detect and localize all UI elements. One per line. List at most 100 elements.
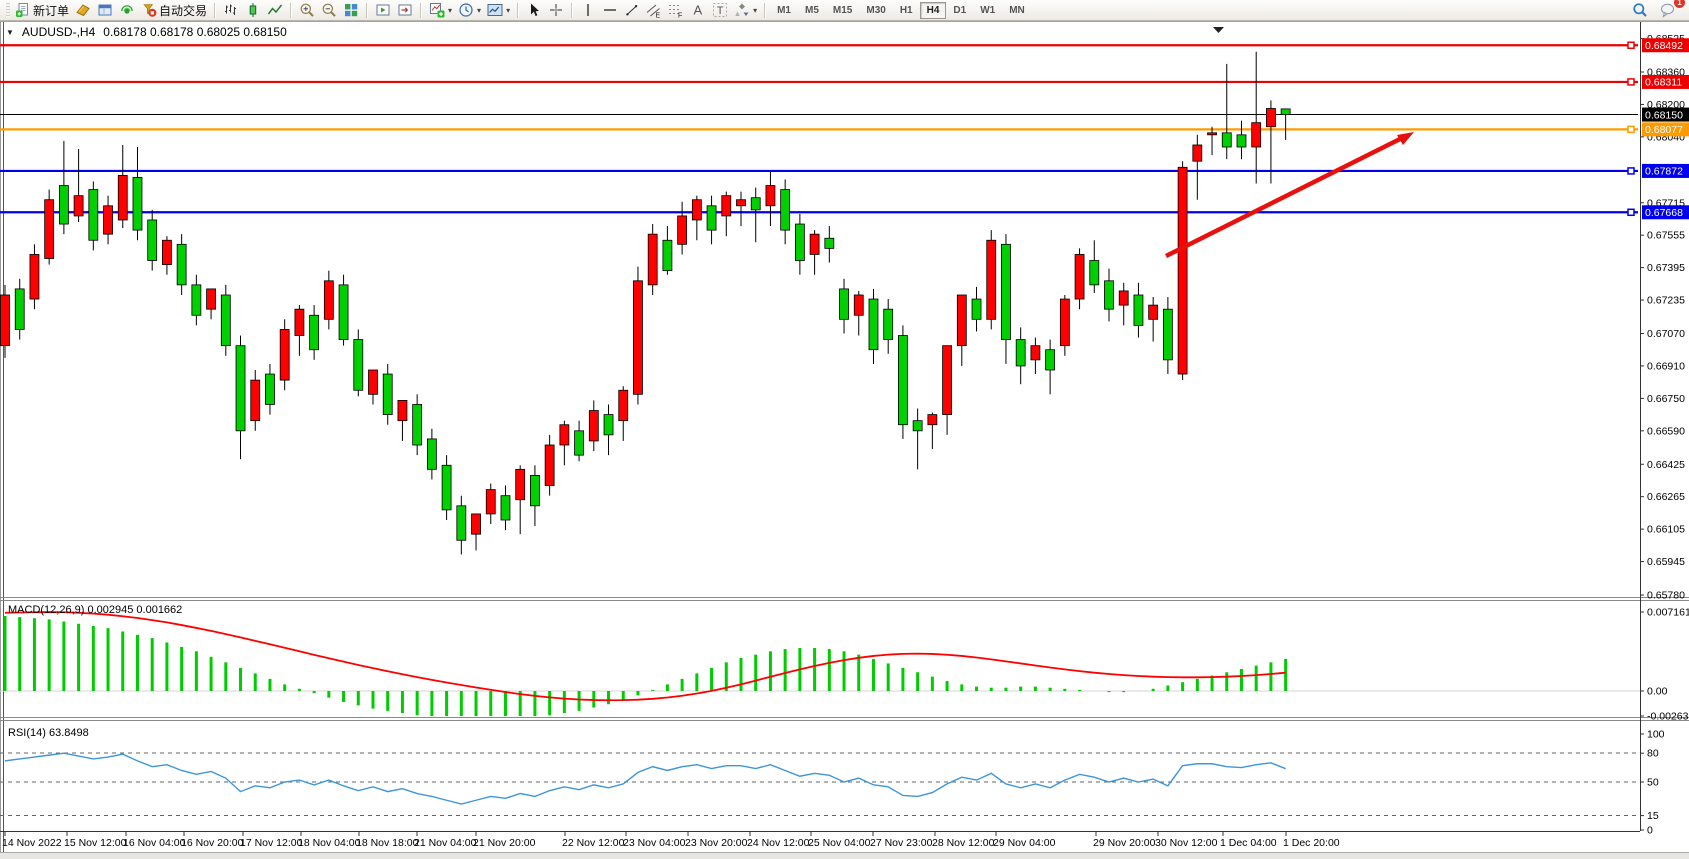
- label-button[interactable]: T: [709, 1, 731, 20]
- price-line-tag-label: 0.68077: [1645, 124, 1683, 136]
- time-axis-label: 28 Nov 12:00: [932, 837, 995, 849]
- price-axis-tick-label: 0.65780: [1647, 590, 1685, 602]
- chevron-down-icon[interactable]: ▾: [477, 6, 481, 15]
- time-axis-label: 1 Dec 20:00: [1283, 837, 1340, 849]
- textA-icon: A: [690, 2, 706, 18]
- market-watch-button[interactable]: [94, 1, 116, 20]
- bar-chart-button[interactable]: [220, 1, 242, 20]
- time-axis-label: 17 Nov 12:00: [240, 837, 303, 849]
- timeframe-button-mn[interactable]: MN: [1002, 2, 1032, 19]
- candle-body: [1134, 295, 1143, 325]
- vertical-line-button[interactable]: [577, 1, 599, 20]
- chat-button[interactable]: 1: [1657, 1, 1679, 20]
- clock-icon: [458, 2, 474, 18]
- new-order-button[interactable]: 新订单: [12, 1, 72, 20]
- price-axis-tick-label: 0.67395: [1647, 262, 1685, 274]
- candle-body: [648, 234, 657, 285]
- auto-trading-button[interactable]: 自动交易: [138, 1, 210, 20]
- chevron-down-icon[interactable]: ▾: [753, 6, 757, 15]
- toolbar-separator: [290, 3, 292, 18]
- candle-body: [1119, 291, 1128, 305]
- timeframe-button-h4[interactable]: H4: [920, 2, 947, 19]
- timeframe-button-h1[interactable]: H1: [893, 2, 920, 19]
- timeframe-button-m1[interactable]: M1: [770, 2, 798, 19]
- periods-button[interactable]: ▾: [455, 1, 484, 20]
- candle-body: [133, 177, 142, 230]
- candle-body: [1031, 346, 1040, 360]
- timeframe-button-w1[interactable]: W1: [973, 2, 1002, 19]
- candle-body: [74, 196, 83, 216]
- signals-button[interactable]: [116, 1, 138, 20]
- cursor-button[interactable]: [523, 1, 545, 20]
- templates-button[interactable]: ▾: [484, 1, 513, 20]
- candle-body: [530, 475, 539, 505]
- candle-body: [678, 216, 687, 244]
- notification-badge: 1: [1674, 0, 1685, 8]
- svg-text:E: E: [656, 13, 661, 19]
- candle-body: [707, 206, 716, 230]
- candle-body: [619, 390, 628, 420]
- chart-title: ▼ AUDUSD-,H4 0.68178 0.68178 0.68025 0.6…: [6, 25, 287, 39]
- line-drag-handle[interactable]: [1628, 126, 1634, 132]
- candle-body: [913, 421, 922, 431]
- candle-body: [810, 234, 819, 254]
- line-drag-handle[interactable]: [1628, 168, 1634, 174]
- chart-shift-button[interactable]: [394, 1, 416, 20]
- line-chart-button[interactable]: [264, 1, 286, 20]
- time-axis-label: 18 Nov 18:00: [356, 837, 419, 849]
- price-axis-tick-label: 0.65945: [1647, 556, 1685, 568]
- candle-body: [898, 336, 907, 425]
- rsi-axis-label: 80: [1647, 748, 1659, 760]
- horizontal-line-button[interactable]: [599, 1, 621, 20]
- line-drag-handle[interactable]: [1628, 79, 1634, 85]
- search-button[interactable]: [1629, 1, 1651, 20]
- text-button[interactable]: A: [687, 1, 709, 20]
- line-drag-handle[interactable]: [1628, 209, 1634, 215]
- macd-axis-label: -0.002638: [1647, 711, 1689, 723]
- line-drag-handle[interactable]: [1628, 42, 1634, 48]
- tile-windows-button[interactable]: [340, 1, 362, 20]
- price-axis-tick-label: 0.67070: [1647, 328, 1685, 340]
- rsi-indicator-label: RSI(14) 63.8498: [8, 727, 89, 739]
- price-line-tag-label: 0.68492: [1645, 40, 1683, 52]
- chart-menu-arrow[interactable]: ▼: [6, 28, 14, 37]
- price-axis-tick-label: 0.66105: [1647, 524, 1685, 536]
- channel-button[interactable]: E: [643, 1, 665, 20]
- time-axis-label: 30 Nov 12:00: [1155, 837, 1218, 849]
- zoom-out-button[interactable]: [318, 1, 340, 20]
- timeframe-button-m5[interactable]: M5: [798, 2, 826, 19]
- time-axis-label: 29 Nov 04:00: [993, 837, 1056, 849]
- toolbar-separator: [571, 3, 573, 18]
- rsi-axis-label: 15: [1647, 810, 1659, 822]
- chevron-down-icon[interactable]: ▾: [448, 6, 452, 15]
- candle-body: [162, 240, 171, 264]
- time-axis-label: 21 Nov 20:00: [473, 837, 536, 849]
- auto-scroll-button[interactable]: [372, 1, 394, 20]
- candle-body: [840, 289, 849, 319]
- candle-body: [972, 299, 981, 319]
- fibonacci-button[interactable]: F: [665, 1, 687, 20]
- candle-body: [251, 380, 260, 421]
- price-axis-tick-label: 0.66590: [1647, 425, 1685, 437]
- candle-body: [1016, 340, 1025, 366]
- candle-body: [1222, 133, 1231, 147]
- shapes-button[interactable]: ▾: [731, 1, 760, 20]
- candlestick-chart-button[interactable]: [242, 1, 264, 20]
- candle-body: [1149, 305, 1158, 319]
- time-axis-label: 15 Nov 12:00: [64, 837, 127, 849]
- chevron-down-icon[interactable]: ▾: [506, 6, 510, 15]
- chart-profile-button[interactable]: [72, 1, 94, 20]
- zoom-in-button[interactable]: [296, 1, 318, 20]
- candle-body: [1090, 261, 1099, 285]
- candle-body: [472, 514, 481, 534]
- vline-icon: [580, 2, 596, 18]
- crosshair-button[interactable]: [545, 1, 567, 20]
- trendline-button[interactable]: [621, 1, 643, 20]
- bars-icon: [223, 2, 239, 18]
- time-axis-label: 22 Nov 12:00: [562, 837, 625, 849]
- timeframe-button-m30[interactable]: M30: [859, 2, 892, 19]
- timeframe-button-d1[interactable]: D1: [946, 2, 973, 19]
- timeframe-button-m15[interactable]: M15: [826, 2, 859, 19]
- indicators-button[interactable]: ▾: [426, 1, 455, 20]
- candle-body: [957, 295, 966, 346]
